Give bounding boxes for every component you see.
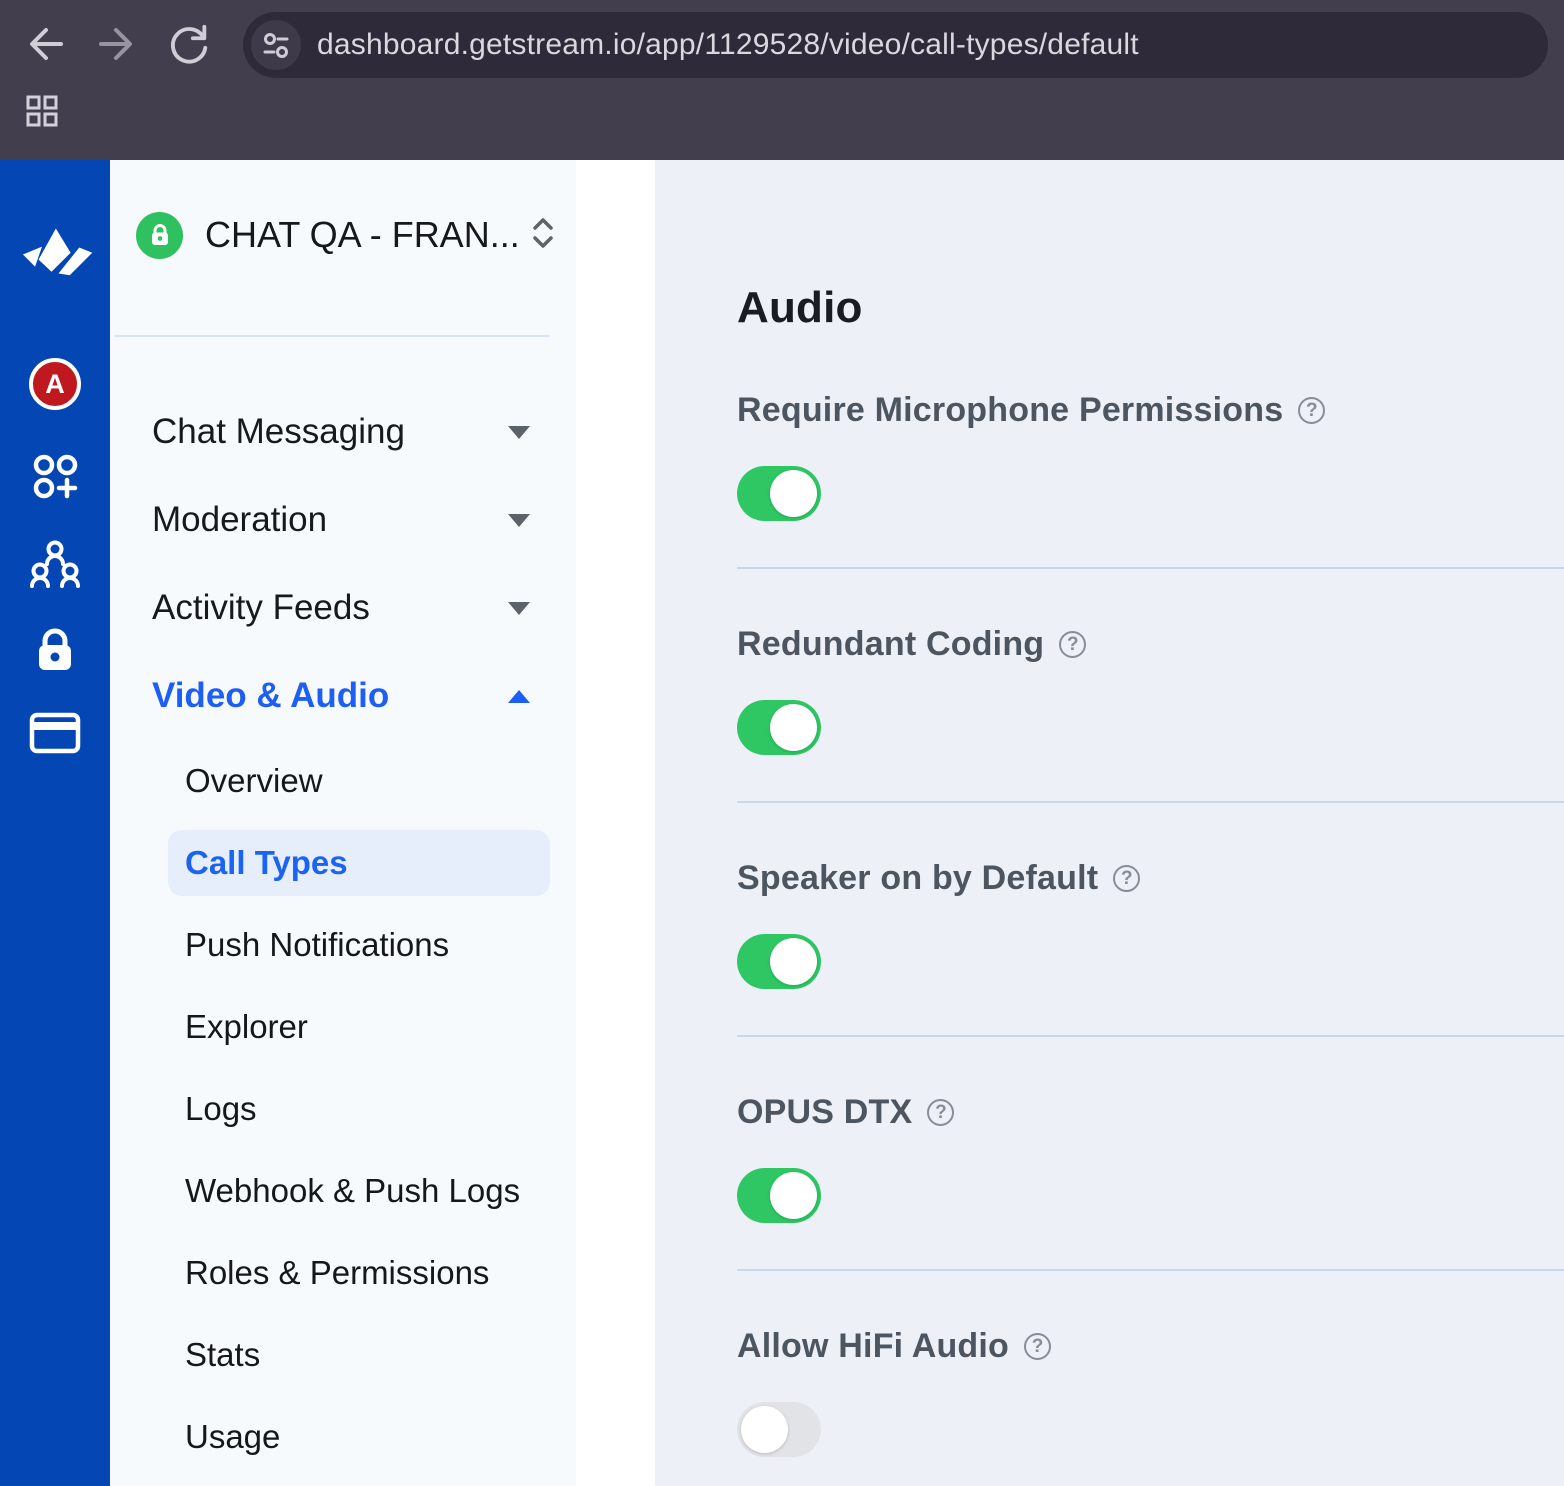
back-icon [21,20,69,68]
billing-button[interactable] [0,712,110,754]
divider [737,1035,1564,1037]
toggle-allow-hifi-audio[interactable] [737,1402,821,1457]
nav-label: Activity Feeds [152,588,508,628]
url-text[interactable]: dashboard.getstream.io/app/1129528/video… [317,28,1139,62]
sidebar-divider [114,335,550,337]
apps-add-button[interactable] [0,450,110,502]
sidebar-item-activity-feeds[interactable]: Activity Feeds [110,564,576,652]
sidebar-item-usage[interactable]: Usage [110,1396,576,1478]
sidebar-item-logs[interactable]: Logs [110,1068,576,1150]
sidebar-item-stats[interactable]: Stats [110,1314,576,1396]
page-title: Audio [737,283,1564,333]
stream-logo[interactable] [0,222,110,280]
app-name: CHAT QA - FRAN... [205,214,520,256]
help-icon[interactable]: ? [1298,397,1325,424]
team-icon [28,538,82,590]
subnav-label: Explorer [185,1008,308,1046]
security-button[interactable] [0,626,110,674]
setting-label: Speaker on by Default [737,859,1098,898]
chevron-down-icon [508,602,530,615]
toggle-redundant-coding[interactable] [737,700,821,755]
sidebar-item-call-types[interactable]: Call Types [168,830,550,896]
main-content: Audio Require Microphone Permissions ? R… [655,160,1564,1486]
sidebar: CHAT QA - FRAN... Chat Messaging Moderat… [110,160,576,1486]
apps-add-icon [29,450,81,502]
setting-allow-hifi-audio: Allow HiFi Audio ? [737,1327,1564,1486]
avatar-letter: A [29,358,81,410]
reload-button[interactable] [161,16,217,72]
setting-label: Require Microphone Permissions [737,391,1283,430]
divider [737,1269,1564,1271]
setting-opus-dtx: OPUS DTX ? [737,1093,1564,1271]
sidebar-item-webhook-push-logs[interactable]: Webhook & Push Logs [110,1150,576,1232]
url-bar[interactable]: dashboard.getstream.io/app/1129528/video… [243,12,1548,78]
sidebar-nav: Chat Messaging Moderation Activity Feeds… [110,388,576,740]
setting-label: Redundant Coding [737,625,1044,664]
toggle-knob [770,470,817,517]
setting-require-microphone-permissions: Require Microphone Permissions ? [737,391,1564,569]
toggle-require-microphone-permissions[interactable] [737,466,821,521]
chevron-down-icon [508,426,530,439]
divider [737,801,1564,803]
credit-card-icon [29,712,81,754]
account-avatar[interactable]: A [0,358,110,410]
reload-icon [166,21,212,67]
nav-label: Moderation [152,500,508,540]
setting-redundant-coding: Redundant Coding ? [737,625,1564,803]
back-button[interactable] [17,16,73,72]
toggle-knob [770,938,817,985]
toggle-knob [741,1406,788,1453]
browser-toolbar: dashboard.getstream.io/app/1129528/video… [0,0,1564,90]
apps-grid-icon [24,93,60,129]
app-lock-icon [148,223,172,247]
setting-label: OPUS DTX [737,1093,912,1132]
chevron-up-icon [508,690,530,703]
tune-icon [261,30,291,60]
divider [737,567,1564,569]
lock-icon [31,626,79,674]
app-selector[interactable]: CHAT QA - FRAN... [136,202,556,268]
sidebar-item-video-audio[interactable]: Video & Audio [110,652,576,740]
help-icon[interactable]: ? [1113,865,1140,892]
browser-chrome: dashboard.getstream.io/app/1129528/video… [0,0,1564,160]
forward-icon [93,20,141,68]
forward-button[interactable] [89,16,145,72]
sidebar-item-chat-messaging[interactable]: Chat Messaging [110,388,576,476]
subnav-label: Call Types [185,844,348,882]
sidebar-item-moderation[interactable]: Moderation [110,476,576,564]
app-lock-badge [136,212,183,259]
help-icon[interactable]: ? [1024,1333,1051,1360]
subnav-label: Stats [185,1336,260,1374]
subnav-label: Usage [185,1418,280,1456]
sidebar-item-explorer[interactable]: Explorer [110,986,576,1068]
toggle-knob [770,1172,817,1219]
subnav-label: Overview [185,762,323,800]
toggle-knob [770,704,817,751]
toggle-opus-dtx[interactable] [737,1168,821,1223]
subnav-label: Roles & Permissions [185,1254,489,1292]
team-button[interactable] [0,538,110,590]
unfold-more-icon [530,216,556,255]
subnav-label: Logs [185,1090,257,1128]
help-icon[interactable]: ? [1059,631,1086,658]
subnav-label: Webhook & Push Logs [185,1172,520,1210]
help-icon[interactable]: ? [927,1099,954,1126]
sidebar-item-overview[interactable]: Overview [110,740,576,822]
setting-speaker-on-by-default: Speaker on by Default ? [737,859,1564,1037]
sidebar-item-push-notifications[interactable]: Push Notifications [110,904,576,986]
sidebar-item-roles-permissions[interactable]: Roles & Permissions [110,1232,576,1314]
setting-label: Allow HiFi Audio [737,1327,1009,1366]
bookmarks-bar [0,90,1564,160]
sidebar-subnav: Overview Call Types Push Notifications E… [110,740,576,1478]
site-settings-button[interactable] [251,20,301,70]
toggle-speaker-on-by-default[interactable] [737,934,821,989]
nav-label: Video & Audio [152,676,508,716]
apps-grid-button[interactable] [22,91,62,131]
sidebar-gap [576,160,655,1486]
chevron-down-icon [508,514,530,527]
app-rail: A [0,160,110,1486]
subnav-label: Push Notifications [185,926,449,964]
nav-label: Chat Messaging [152,412,508,452]
